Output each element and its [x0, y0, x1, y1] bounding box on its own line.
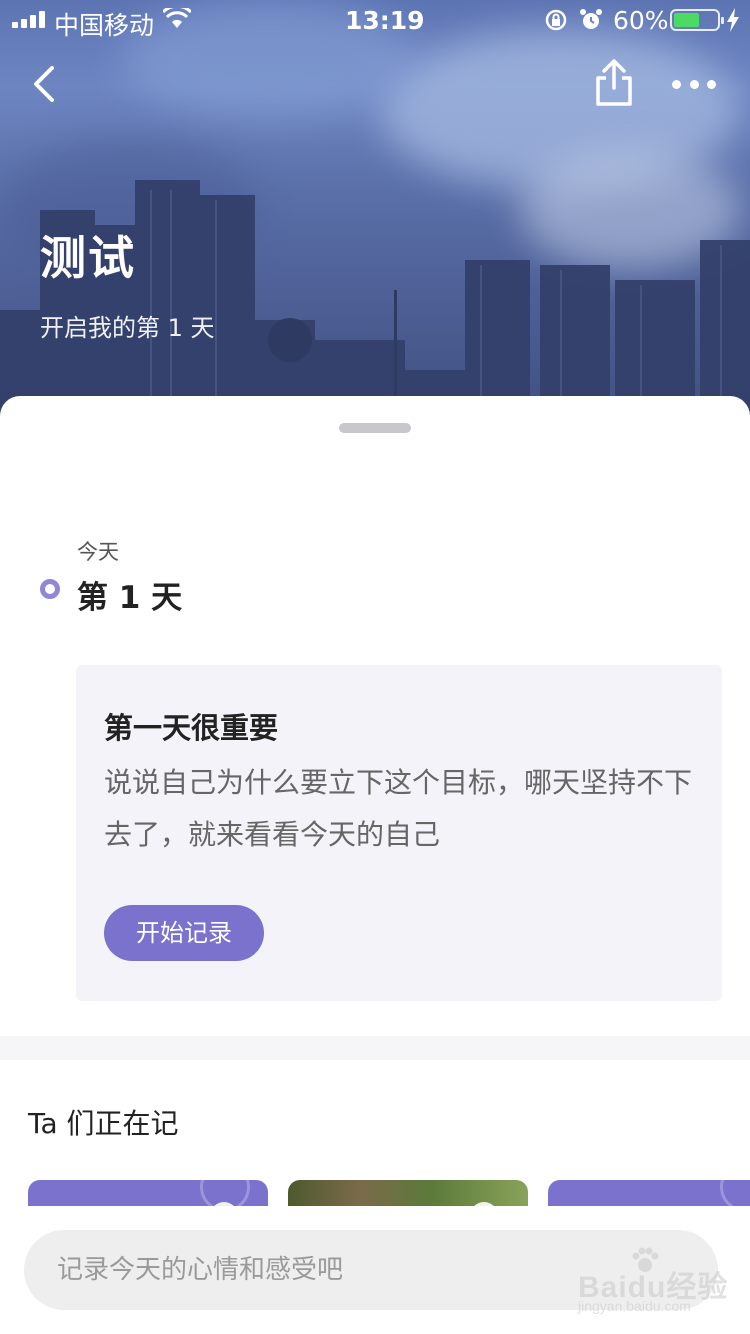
charging-icon	[727, 8, 739, 32]
start-record-button[interactable]: 开始记录	[104, 905, 264, 961]
goal-subtitle: 开启我的第 1 天	[40, 314, 215, 342]
baidu-watermark-logo: Baidu经验 jingyan.baidu.com	[578, 1246, 738, 1326]
status-bar: 中国移动 13:19 60%	[0, 0, 750, 40]
drag-handle[interactable]	[339, 423, 411, 433]
battery-percent: 60%	[613, 6, 669, 35]
goal-title: 测试	[40, 231, 136, 285]
share-icon	[596, 59, 632, 106]
prompt-card: 第一天很重要 说说自己为什么要立下这个目标，哪天坚持不下去了，就来看看今天的自己…	[76, 665, 722, 1001]
alarm-icon	[580, 9, 602, 29]
battery-icon	[670, 9, 724, 31]
content-sheet: 今天 第 1 天 第一天很重要 说说自己为什么要立下这个目标，哪天坚持不下去了，…	[0, 396, 750, 1334]
timeline-dot-icon	[40, 579, 60, 599]
back-button[interactable]	[28, 62, 68, 106]
clock-time: 13:19	[345, 6, 425, 35]
watermark-url: jingyan.baidu.com	[578, 1298, 691, 1314]
prompt-card-title: 第一天很重要	[104, 711, 279, 745]
battery-fill	[674, 13, 699, 27]
others-section-title: Ta 们正在记	[28, 1107, 179, 1140]
share-button[interactable]	[592, 58, 636, 108]
timeline-day-title: 第 1 天	[77, 580, 183, 616]
chevron-left-icon	[34, 66, 54, 102]
more-dots-icon	[672, 79, 681, 89]
city-skyline	[0, 180, 750, 430]
timeline-date-label: 今天	[77, 540, 119, 564]
wifi-icon	[163, 8, 191, 28]
prompt-card-body: 说说自己为什么要立下这个目标，哪天坚持不下去了，就来看看今天的自己	[104, 766, 693, 851]
orientation-lock-icon	[545, 9, 567, 31]
header-background-image	[0, 0, 750, 430]
carrier-name: 中国移动	[54, 11, 155, 40]
section-divider	[0, 1036, 750, 1060]
signal-icon	[12, 11, 45, 28]
more-button[interactable]	[672, 70, 716, 98]
